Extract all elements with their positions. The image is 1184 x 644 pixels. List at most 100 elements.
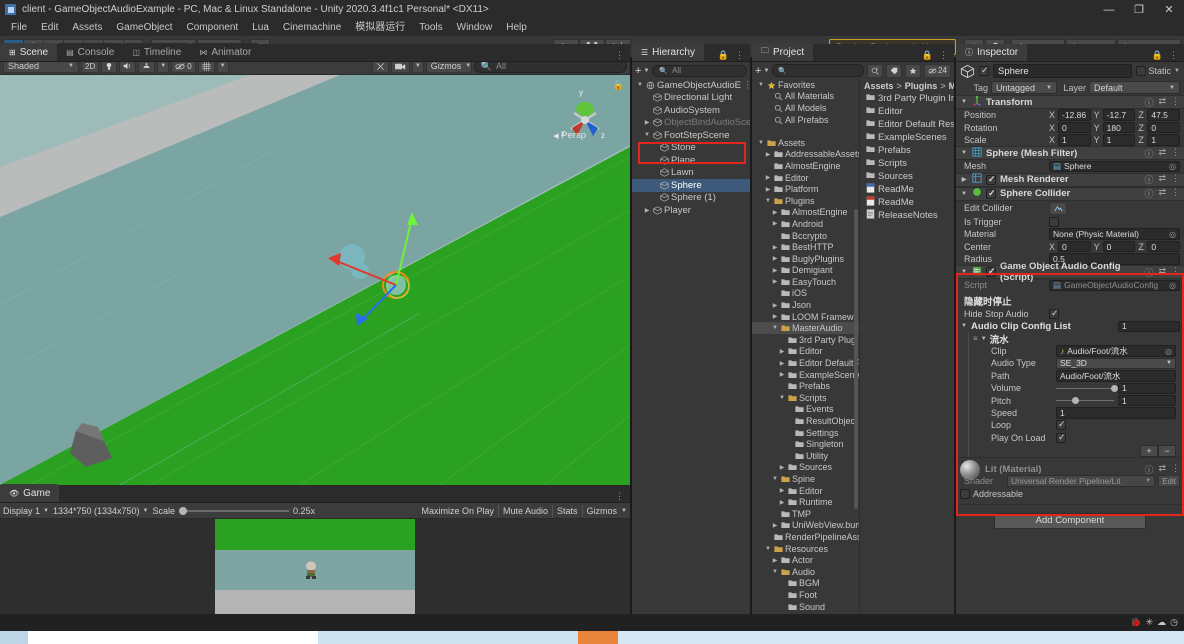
hierarchy-item-lawn[interactable]: Lawn bbox=[632, 167, 750, 180]
project-tree-item-runtime[interactable]: ▶ Runtime bbox=[752, 496, 859, 508]
menu-help[interactable]: Help bbox=[499, 19, 534, 36]
foldout-arrow-icon[interactable]: ▶ bbox=[764, 186, 772, 193]
list-size-field[interactable]: 1 bbox=[1118, 320, 1180, 333]
shader-dropdown[interactable]: Universal Render Pipeline/Lit ▼ bbox=[1007, 475, 1156, 487]
project-file-examplescenes[interactable]: ExampleScenes bbox=[860, 131, 954, 144]
foldout-arrow-icon[interactable]: ▼ bbox=[771, 476, 779, 482]
project-tree-item-addressableassetsd[interactable]: ▶ AddressableAssetsD bbox=[752, 149, 859, 161]
component-menu-icon[interactable]: ⋮ bbox=[1171, 266, 1180, 279]
drag-handle-icon[interactable]: ≡ bbox=[973, 334, 978, 343]
project-tree-item-all-materials[interactable]: All Materials bbox=[752, 91, 859, 103]
component-menu-icon[interactable]: ⋮ bbox=[1171, 147, 1180, 160]
foldout-arrow-icon[interactable]: ▶ bbox=[771, 278, 779, 285]
transform-scale-y[interactable]: 1 bbox=[1102, 134, 1136, 146]
remove-element-button[interactable]: − bbox=[1158, 444, 1176, 457]
help-icon[interactable]: ⓘ bbox=[1144, 173, 1153, 186]
mesh-filter-component-header[interactable]: ▼ Sphere (Mesh Filter) ⓘ ⇄ ⋮ bbox=[956, 146, 1184, 161]
transform-rotation-y[interactable]: 180 bbox=[1102, 121, 1136, 134]
component-menu-icon[interactable]: ⋮ bbox=[1171, 173, 1180, 186]
foldout-arrow-icon[interactable]: ▼ bbox=[757, 140, 765, 146]
project-tree-item-sources[interactable]: ▶ Sources bbox=[752, 462, 859, 474]
hierarchy-add-button[interactable]: + ▼ bbox=[635, 65, 649, 77]
foldout-arrow-icon[interactable]: ▼ bbox=[757, 82, 765, 88]
foldout-arrow-icon[interactable]: ▼ bbox=[960, 323, 968, 329]
breadcrumb-item-mastera[interactable]: MasterA bbox=[949, 81, 954, 91]
project-tree-item-resultobjec[interactable]: ResultObjec bbox=[752, 415, 859, 427]
project-tree-item-all-models[interactable]: All Models bbox=[752, 102, 859, 114]
physic-material-field[interactable]: None (Physic Material) ◎ bbox=[1049, 228, 1180, 240]
mesh-renderer-enabled-checkbox[interactable] bbox=[986, 174, 996, 185]
tab-console[interactable]: ▤ Console bbox=[57, 43, 124, 61]
project-tree-item-resources[interactable]: ▼ Resources bbox=[752, 543, 859, 555]
hierarchy-item-player[interactable]: ▶ Player bbox=[632, 204, 750, 217]
game-panel-menu[interactable]: ⋮ bbox=[615, 491, 630, 502]
foldout-arrow-icon[interactable]: ▶ bbox=[778, 360, 786, 367]
stats-toggle[interactable]: Stats bbox=[557, 506, 578, 516]
foldout-arrow-icon[interactable]: ▼ bbox=[764, 546, 772, 552]
foldout-arrow-icon[interactable]: ▼ bbox=[980, 336, 988, 342]
foldout-arrow-icon[interactable]: ▶ bbox=[960, 176, 968, 183]
foldout-arrow-icon[interactable]: ▼ bbox=[778, 395, 786, 401]
foldout-arrow-icon[interactable]: ▶ bbox=[771, 220, 779, 227]
foldout-arrow-icon[interactable]: ▶ bbox=[764, 174, 772, 181]
foldout-arrow-icon[interactable]: ▶ bbox=[771, 302, 779, 309]
cloud-status-icon[interactable]: ☁ bbox=[1157, 617, 1166, 628]
project-tree-item-tmp[interactable]: TMP bbox=[752, 508, 859, 520]
project-tree-item-editor[interactable]: ▶ Editor bbox=[752, 346, 859, 358]
item-menu-icon[interactable]: ⋮ bbox=[743, 80, 750, 91]
project-file-scripts[interactable]: Scripts bbox=[860, 157, 954, 170]
project-file-sources[interactable]: Sources bbox=[860, 170, 954, 183]
game-gizmos-toggle[interactable]: Gizmos bbox=[587, 506, 618, 516]
project-file-editor-default-resource[interactable]: Editor Default Resource bbox=[860, 118, 954, 131]
project-tree-item-ios[interactable]: iOS bbox=[752, 288, 859, 300]
scale-slider[interactable] bbox=[179, 506, 290, 515]
foldout-arrow-icon[interactable]: ▼ bbox=[771, 569, 779, 575]
foldout-arrow-icon[interactable]: ▼ bbox=[764, 198, 772, 204]
project-tree-item-plugins[interactable]: ▼ Plugins bbox=[752, 195, 859, 207]
is-trigger-checkbox[interactable] bbox=[1049, 216, 1059, 227]
foldout-arrow-icon[interactable]: ▶ bbox=[771, 522, 779, 529]
hierarchy-item-gameobjectaudioe[interactable]: ▼ GameObjectAudioE ⋮ bbox=[632, 79, 750, 92]
project-file-readme[interactable]: ReadMe bbox=[860, 183, 954, 196]
static-checkbox[interactable] bbox=[1135, 66, 1146, 76]
bug-icon[interactable]: 🐞 bbox=[1130, 617, 1141, 628]
layer-dropdown[interactable]: Default ▼ bbox=[1089, 81, 1180, 94]
foldout-arrow-icon[interactable]: ▶ bbox=[771, 255, 779, 262]
audio-field-pitch-value[interactable]: 1 bbox=[1118, 394, 1176, 407]
transform-rotation-x[interactable]: 0 bbox=[1058, 121, 1091, 134]
hierarchy-item-objectbindaudioscer[interactable]: ▶ ObjectBindAudioScer bbox=[632, 117, 750, 130]
menu-window[interactable]: Window bbox=[450, 19, 500, 36]
project-tree-item-events[interactable]: Events bbox=[752, 404, 859, 416]
hierarchy-search-input[interactable]: 🔍 All bbox=[652, 64, 747, 77]
foldout-arrow-icon[interactable]: ▶ bbox=[771, 244, 779, 251]
preset-icon[interactable]: ⇄ bbox=[1158, 173, 1166, 186]
project-add-button[interactable]: + ▼ bbox=[755, 65, 769, 77]
project-tree-item-favorites[interactable]: ▼ Favorites bbox=[752, 79, 859, 91]
project-tree-item-foot[interactable]: Foot bbox=[752, 589, 859, 601]
menu-edit[interactable]: Edit bbox=[34, 19, 65, 36]
mesh-renderer-component-header[interactable]: ▶ Mesh Renderer ⓘ ⇄ ⋮ bbox=[956, 172, 1184, 187]
help-icon[interactable]: ⓘ bbox=[1144, 96, 1153, 109]
foldout-arrow-icon[interactable]: ▶ bbox=[771, 209, 779, 216]
menu-component[interactable]: Component bbox=[180, 19, 246, 36]
sphere-collider-component-header[interactable]: ▼ Sphere Collider ⓘ ⇄ ⋮ bbox=[956, 186, 1184, 201]
project-tree-item-almostengine[interactable]: AlmostEngine bbox=[752, 160, 859, 172]
scene-viewport[interactable]: y x z ◀ Persp 🔒 bbox=[0, 75, 630, 485]
preset-icon[interactable]: ⇄ bbox=[1158, 463, 1166, 476]
help-icon[interactable]: ⓘ bbox=[1144, 266, 1153, 279]
project-tree-scrollbar[interactable] bbox=[854, 209, 858, 509]
menu-tools[interactable]: Tools bbox=[412, 19, 449, 36]
project-file-3rd-party-plugin-integra[interactable]: 3rd Party Plugin Integra bbox=[860, 92, 954, 105]
foldout-arrow-icon[interactable]: ▼ bbox=[636, 82, 644, 88]
audio-field-volume-slider[interactable] bbox=[1056, 384, 1118, 392]
project-menu-icon[interactable]: ⋮ bbox=[939, 50, 948, 61]
project-tree-item-utility[interactable]: Utility bbox=[752, 450, 859, 462]
project-tree-item-loom-framework[interactable]: ▶ LOOM Framework bbox=[752, 311, 859, 323]
display-dropdown[interactable]: Display 1 ▼ bbox=[3, 506, 49, 516]
perspective-label[interactable]: ◀ Persp bbox=[553, 130, 586, 141]
preset-icon[interactable]: ⇄ bbox=[1158, 266, 1166, 279]
foldout-arrow-icon[interactable]: ▼ bbox=[960, 191, 968, 197]
gameobject-enabled-checkbox[interactable] bbox=[979, 65, 989, 76]
hierarchy-item-stone[interactable]: Stone bbox=[632, 142, 750, 155]
foldout-arrow-icon[interactable]: ▶ bbox=[771, 313, 779, 320]
